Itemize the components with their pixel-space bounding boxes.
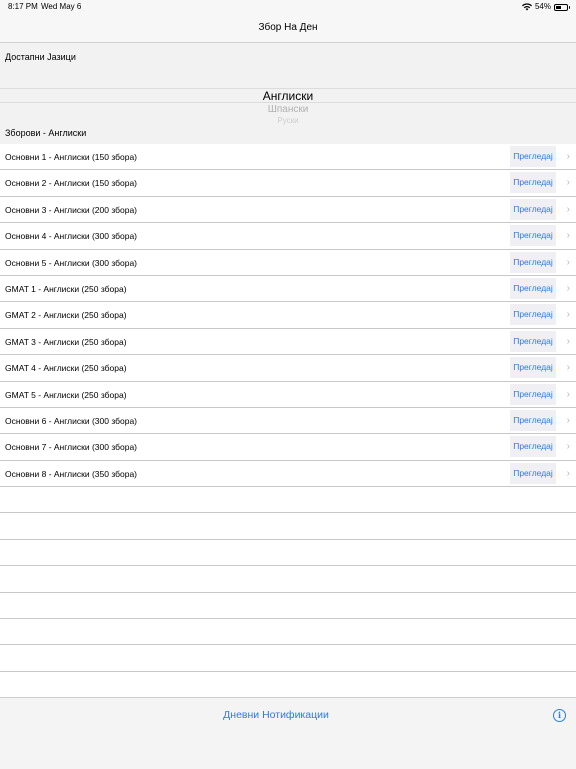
sets-header: Зборови - Англиски — [5, 128, 87, 138]
preview-button[interactable]: Прегледај — [510, 436, 556, 458]
preview-button[interactable]: Прегледај — [510, 304, 556, 326]
chevron-right-icon: › — [566, 414, 570, 426]
word-set-label: Основни 5 - Англиски (300 збора) — [5, 257, 138, 268]
empty-row — [0, 671, 576, 699]
preview-button[interactable]: Прегледај — [510, 383, 556, 405]
preview-button[interactable]: Прегледај — [510, 409, 556, 431]
word-set-row[interactable]: Основни 2 - Англиски (150 збора) Прегледа… — [0, 170, 576, 197]
word-set-label: Основни 1 - Англиски (150 збора) — [5, 152, 138, 162]
battery-icon — [554, 3, 570, 11]
word-set-row[interactable]: Основни 3 - Англиски (200 збора) Прегледа… — [0, 196, 576, 224]
word-set-row[interactable]: Основни 5 - Англиски (300 збора) Прегледа… — [0, 249, 576, 276]
info-icon[interactable]: i — [553, 709, 566, 722]
nav-bar: Збор На Ден — [0, 14, 576, 43]
word-set-list: Основни 1 - Англиски (150 збора) Прегледа… — [0, 144, 576, 699]
toolbar: Дневни Нотификации i — [0, 697, 576, 769]
language-option-selected[interactable]: Англиски — [0, 89, 576, 103]
preview-button[interactable]: Прегледај — [510, 146, 556, 167]
word-set-row[interactable]: Основни 4 - Англиски (300 збора) Прегледа… — [0, 223, 576, 250]
preview-button[interactable]: Прегледај — [510, 357, 556, 379]
chevron-right-icon: › — [566, 467, 570, 479]
battery-fill — [556, 5, 562, 9]
word-set-label: GMAT 2 - Англиски (250 збора) — [5, 310, 127, 321]
daily-notifications-button[interactable]: Дневни Нотификации — [0, 709, 552, 721]
preview-button[interactable]: Прегледај — [510, 277, 556, 299]
word-set-row[interactable]: Основни 7 - Англиски (300 збора) Прегледа… — [0, 434, 576, 461]
status-date: Wed May 6 — [41, 2, 82, 11]
word-set-label: Основни 7 - Англиски (300 збора) — [5, 442, 138, 453]
word-set-row[interactable]: GMAT 1 - Англиски (250 збора) Прегледај › — [0, 275, 576, 303]
empty-row — [0, 619, 576, 646]
page-title: Збор На Ден — [258, 22, 318, 33]
preview-button[interactable]: Прегледај — [510, 330, 556, 352]
word-set-label: Основни 3 - Англиски (200 збора) — [5, 204, 138, 215]
word-set-row[interactable]: GMAT 5 - Англиски (250 збора) Прегледај › — [0, 381, 576, 408]
word-set-label: Основни 6 - Англиски (300 збора) — [5, 415, 138, 426]
word-set-label: GMAT 5 - Англиски (250 збора) — [5, 389, 127, 400]
chevron-right-icon: › — [566, 177, 570, 189]
word-set-label: Основни 8 - Англиски (350 збора) — [5, 468, 138, 479]
word-set-label: GMAT 1 - Англиски (250 збора) — [5, 283, 127, 294]
chevron-right-icon: › — [566, 256, 570, 268]
word-set-row[interactable]: GMAT 2 - Англиски (250 збора) Прегледај › — [0, 302, 576, 329]
preview-button[interactable]: Прегледај — [510, 225, 556, 247]
word-set-row[interactable]: Основни 1 - Англиски (150 збора) Прегледа… — [0, 144, 576, 171]
preview-button[interactable]: Прегледај — [510, 198, 556, 220]
chevron-right-icon: › — [566, 309, 570, 321]
empty-row — [0, 645, 576, 672]
language-section: Достапни Јазици Англиски Шпански Руски З… — [0, 43, 576, 144]
chevron-right-icon: › — [566, 282, 570, 294]
empty-row — [0, 539, 576, 567]
chevron-right-icon: › — [566, 441, 570, 453]
word-set-label: Основни 2 - Англиски (150 збора) — [5, 178, 138, 189]
wifi-icon — [521, 3, 532, 11]
status-time: 8:17 PM — [8, 2, 38, 11]
chevron-right-icon: › — [566, 388, 570, 400]
word-set-label: GMAT 4 - Англиски (250 збора) — [5, 363, 127, 374]
battery-percent: 54% — [534, 2, 551, 11]
chevron-right-icon: › — [566, 362, 570, 374]
word-set-row[interactable]: GMAT 4 - Англиски (250 збора) Прегледај › — [0, 355, 576, 382]
chevron-right-icon: › — [566, 230, 570, 242]
preview-button[interactable]: Прегледај — [510, 251, 556, 273]
empty-row — [0, 592, 576, 620]
empty-row — [0, 513, 576, 540]
empty-row — [0, 566, 576, 593]
preview-button[interactable]: Прегледај — [510, 462, 556, 484]
word-set-label: GMAT 3 - Англиски (250 збора) — [5, 336, 127, 347]
preview-button[interactable]: Прегледај — [510, 172, 556, 194]
status-right: 54% — [521, 0, 570, 14]
chevron-right-icon: › — [566, 335, 570, 347]
word-set-row[interactable]: Основни 8 - Англиски (350 збора) Прегледа… — [0, 460, 576, 488]
languages-header: Достапни Јазици — [5, 52, 76, 62]
word-set-label: Основни 4 - Англиски (300 збора) — [5, 231, 138, 242]
language-option[interactable]: Шпански — [0, 104, 576, 115]
word-set-row[interactable]: Основни 6 - Англиски (300 збора) Прегледа… — [0, 407, 576, 435]
status-bar: 8:17 PM Wed May 6 54% — [0, 0, 576, 14]
language-option[interactable]: Руски — [0, 116, 576, 125]
empty-row — [0, 487, 576, 514]
word-set-row[interactable]: GMAT 3 - Англиски (250 збора) Прегледај › — [0, 328, 576, 356]
chevron-right-icon: › — [566, 151, 570, 162]
chevron-right-icon: › — [566, 203, 570, 215]
